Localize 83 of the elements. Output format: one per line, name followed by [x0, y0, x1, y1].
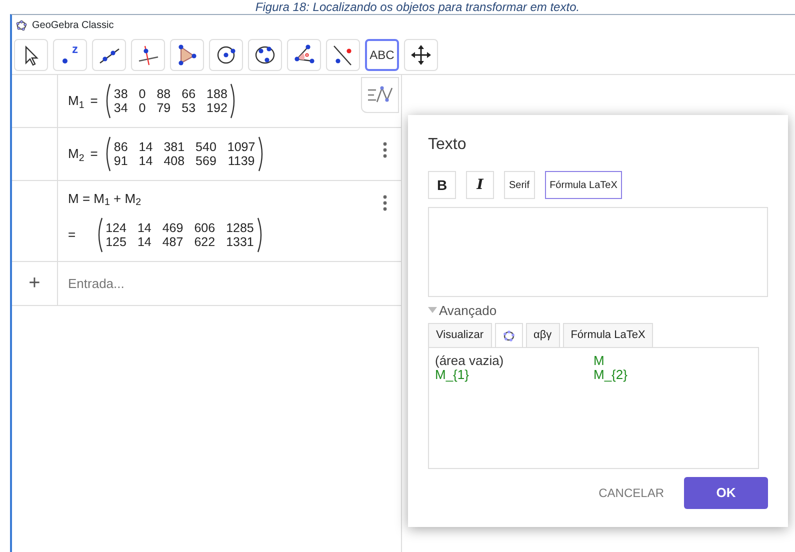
matrix-entry: 540: [196, 140, 216, 154]
tab[interactable]: Fórmula LaTeX: [562, 323, 654, 348]
matrix-entry: 1139: [227, 154, 256, 168]
matrix-entry: 125: [106, 234, 126, 248]
tool-button[interactable]: [404, 39, 438, 71]
matrix-entry: 0: [138, 87, 146, 101]
text-editor-field[interactable]: [428, 207, 768, 297]
object-item[interactable]: M_{2}: [594, 368, 752, 382]
tab[interactable]: [494, 323, 522, 348]
matrix-entry: 622: [194, 234, 216, 248]
tool-button[interactable]: [209, 39, 243, 71]
figure-caption: Figura 18: Localizando os objetos para transformar em texto.: [255, 0, 580, 14]
right-parenthesis: [256, 216, 264, 252]
definition-text: M = M$_{1}$ + M$_{2}$: [68, 190, 142, 208]
tool-button[interactable]: z: [53, 39, 87, 71]
object-item[interactable]: M_{1}: [435, 368, 594, 382]
matrix-entry: 1097: [227, 140, 256, 154]
matrix-entry: 79: [156, 101, 171, 115]
matrix-entry: 124: [106, 220, 126, 234]
right-parenthesis: [258, 136, 266, 172]
left-parenthesis: [96, 216, 103, 252]
more-options-icon[interactable]: [383, 194, 387, 211]
right-parenthesis: [230, 83, 238, 119]
format-button[interactable]: Serif: [504, 171, 535, 199]
matrix-entry: 0: [138, 101, 146, 115]
equals-sign: =: [68, 226, 76, 244]
matrix-entry: 38: [114, 87, 128, 101]
dialog-title: Texto: [428, 135, 468, 155]
matrix-entry: 86: [114, 140, 128, 154]
graph-style-icon: [367, 85, 393, 105]
caret-icon: [428, 307, 437, 314]
matrix-entry: 66: [182, 87, 196, 101]
move-arrows-icon: [409, 43, 433, 67]
matrix-entry: 34: [114, 101, 128, 115]
app-logo-icon: [16, 20, 27, 30]
perpendicular-line-icon: [136, 43, 160, 67]
object-item[interactable]: M: [594, 354, 752, 368]
matrix-entry: 569: [196, 154, 216, 168]
matrix-entry: 14: [138, 140, 153, 154]
matrix-entry: 14: [137, 234, 152, 248]
matrix-entry: 408: [164, 154, 185, 168]
matrix-entry: 91: [114, 154, 128, 168]
matrix-entry: 606: [194, 220, 216, 234]
tool-button[interactable]: [248, 39, 282, 71]
matrix-entry: 14: [137, 220, 152, 234]
add-icon: +: [28, 268, 40, 298]
matrix-entry: 487: [162, 234, 184, 248]
app-logo-icon: [502, 330, 514, 342]
matrix-entry: 53: [182, 101, 196, 115]
matrix-entry: 1285: [226, 220, 254, 234]
matrix-entry: 381: [164, 140, 185, 154]
matrix-name: M$_{1}$: [68, 92, 84, 111]
matrix-entry: 469: [162, 220, 184, 234]
matrix-entry: 14: [138, 154, 153, 168]
window-title: GeoGebra Classic: [32, 18, 114, 32]
tab[interactable]: Visualizar: [428, 323, 492, 348]
tool-button[interactable]: [131, 39, 165, 71]
matrix-entry: 188: [206, 87, 228, 101]
cancel-button[interactable]: CANCELAR: [592, 483, 670, 503]
tab[interactable]: αβγ: [526, 323, 560, 348]
equals-sign: =: [90, 145, 98, 164]
left-parenthesis: [104, 136, 111, 172]
ok-button[interactable]: OK: [684, 477, 768, 509]
tool-button[interactable]: [170, 39, 204, 71]
tool-button[interactable]: [287, 39, 321, 71]
left-parenthesis: [104, 83, 111, 119]
format-button[interactable]: Fórmula LaTeX: [544, 171, 622, 199]
point-icon: [62, 58, 68, 64]
object-item[interactable]: (área vazia): [435, 354, 594, 368]
format-button[interactable]: I: [466, 171, 494, 199]
tool-button[interactable]: [14, 39, 48, 71]
style-bar-toggle[interactable]: [361, 77, 399, 113]
tool-button[interactable]: [326, 39, 360, 71]
advanced-toggle[interactable]: Avançado: [428, 300, 768, 320]
text-tool-button[interactable]: ABC: [365, 39, 399, 71]
more-options-icon[interactable]: [383, 142, 387, 158]
matrix-entry: 1331: [226, 234, 254, 248]
matrix-entry: 88: [156, 87, 171, 101]
matrix-entry: 192: [206, 101, 228, 115]
format-button[interactable]: B: [428, 171, 456, 199]
tool-button[interactable]: [92, 39, 126, 71]
matrix-name: M$_{2}$: [68, 145, 84, 164]
equals-sign: =: [90, 92, 98, 110]
